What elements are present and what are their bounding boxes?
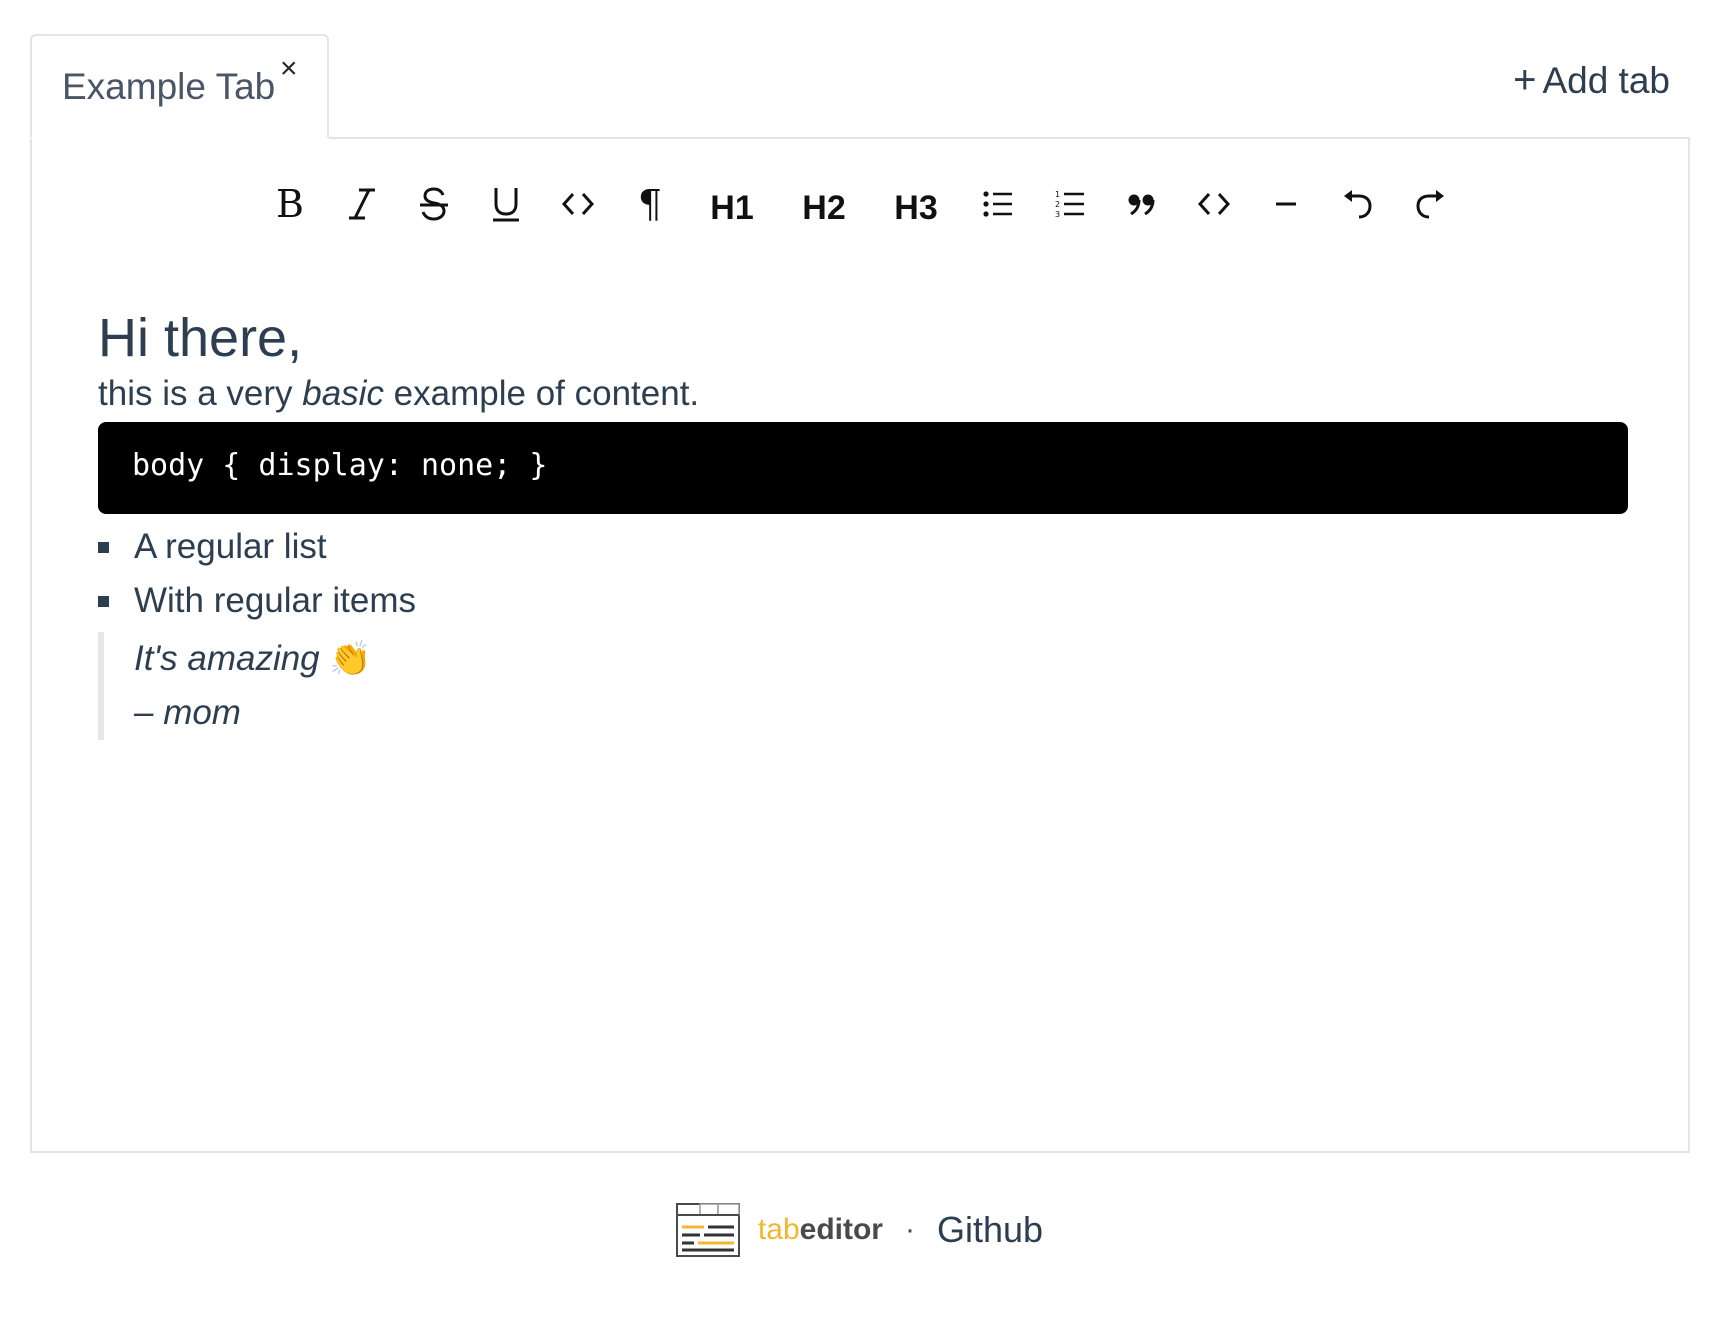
heading-3-button[interactable]: H3: [870, 174, 962, 234]
code-block-button[interactable]: [1178, 174, 1250, 234]
paragraph-emphasis: basic: [302, 374, 384, 414]
clapping-hands-icon: 👏: [329, 640, 372, 679]
bullet-marker: [98, 542, 109, 554]
bullet-list-button[interactable]: [962, 174, 1034, 234]
svg-text:1: 1: [1055, 190, 1060, 199]
heading-2-button[interactable]: H2: [778, 174, 870, 234]
blockquote: It's amazing 👏 – mom: [98, 632, 1628, 741]
blockquote-button[interactable]: [1106, 174, 1178, 234]
add-tab-label: Add tab: [1542, 60, 1670, 101]
tab-example[interactable]: Example Tab ×: [30, 34, 329, 139]
list-item-text: With regular items: [134, 581, 417, 621]
editor-toolbar: B ¶ H1 H2 H3 1 2 3: [32, 169, 1688, 239]
bullet-list-icon: [983, 191, 1012, 217]
heading-1-button[interactable]: H1: [686, 174, 778, 234]
ordered-list-icon: 1 2 3: [1055, 190, 1084, 219]
quote-icon: [1128, 194, 1155, 215]
close-icon[interactable]: ×: [280, 54, 298, 84]
underline-button[interactable]: [470, 174, 542, 234]
content-paragraph: this is a very basic example of content.: [98, 374, 1628, 414]
italic-button[interactable]: [326, 174, 398, 234]
underline-icon: [493, 188, 519, 222]
code-block: body { display: none; }: [98, 422, 1628, 515]
undo-icon: [1344, 190, 1372, 219]
horizontal-rule-button[interactable]: [1250, 174, 1322, 234]
inline-code-button[interactable]: [542, 174, 614, 234]
strikethrough-button[interactable]: [398, 174, 470, 234]
editor-panel: B ¶ H1 H2 H3 1 2 3 Hi there, this is a v…: [30, 137, 1690, 1153]
bold-icon: B: [276, 182, 304, 226]
quote-text: It's amazing: [134, 639, 330, 679]
bold-button[interactable]: B: [254, 174, 326, 234]
ordered-list-button[interactable]: 1 2 3: [1034, 174, 1106, 234]
footer-separator: ·: [904, 1213, 915, 1246]
editor-content[interactable]: Hi there, this is a very basic example o…: [98, 308, 1628, 741]
paragraph-text-before: this is a very: [98, 374, 303, 414]
undo-button[interactable]: [1322, 174, 1394, 234]
paragraph-icon: ¶: [637, 182, 663, 226]
list-item: A regular list: [98, 520, 1628, 574]
tab-label: Example Tab: [62, 66, 276, 107]
list-item-text: A regular list: [134, 527, 327, 567]
plus-icon: +: [1513, 58, 1537, 102]
bullet-list: A regular list With regular items: [98, 520, 1628, 628]
paragraph-button[interactable]: ¶: [614, 174, 686, 234]
strikethrough-icon: [420, 187, 448, 221]
code-icon: [562, 192, 594, 216]
brand-name: tabeditor: [758, 1213, 883, 1247]
list-item: With regular items: [98, 574, 1628, 628]
quote-attribution: – mom: [134, 693, 241, 733]
code-block-icon: [1198, 192, 1230, 216]
tab-bar: Example Tab × + Add tab: [30, 34, 1688, 139]
redo-button[interactable]: [1394, 174, 1466, 234]
bullet-marker: [98, 596, 109, 608]
tabeditor-logo: [675, 1203, 740, 1257]
brand-tab: tab: [757, 1213, 800, 1246]
paragraph-text-after: example of content.: [383, 374, 700, 414]
content-heading: Hi there,: [98, 308, 303, 368]
github-link[interactable]: Github: [937, 1209, 1043, 1251]
brand-editor: editor: [799, 1213, 883, 1246]
add-tab-button[interactable]: + Add tab: [1513, 58, 1670, 103]
footer: tabeditor · Github: [0, 1203, 1719, 1257]
italic-icon: [349, 188, 375, 220]
horizontal-rule-icon: [1276, 202, 1296, 206]
svg-text:3: 3: [1055, 210, 1060, 219]
redo-icon: [1416, 190, 1444, 219]
quote-line-1: It's amazing 👏: [134, 632, 1628, 686]
svg-text:2: 2: [1055, 200, 1060, 209]
